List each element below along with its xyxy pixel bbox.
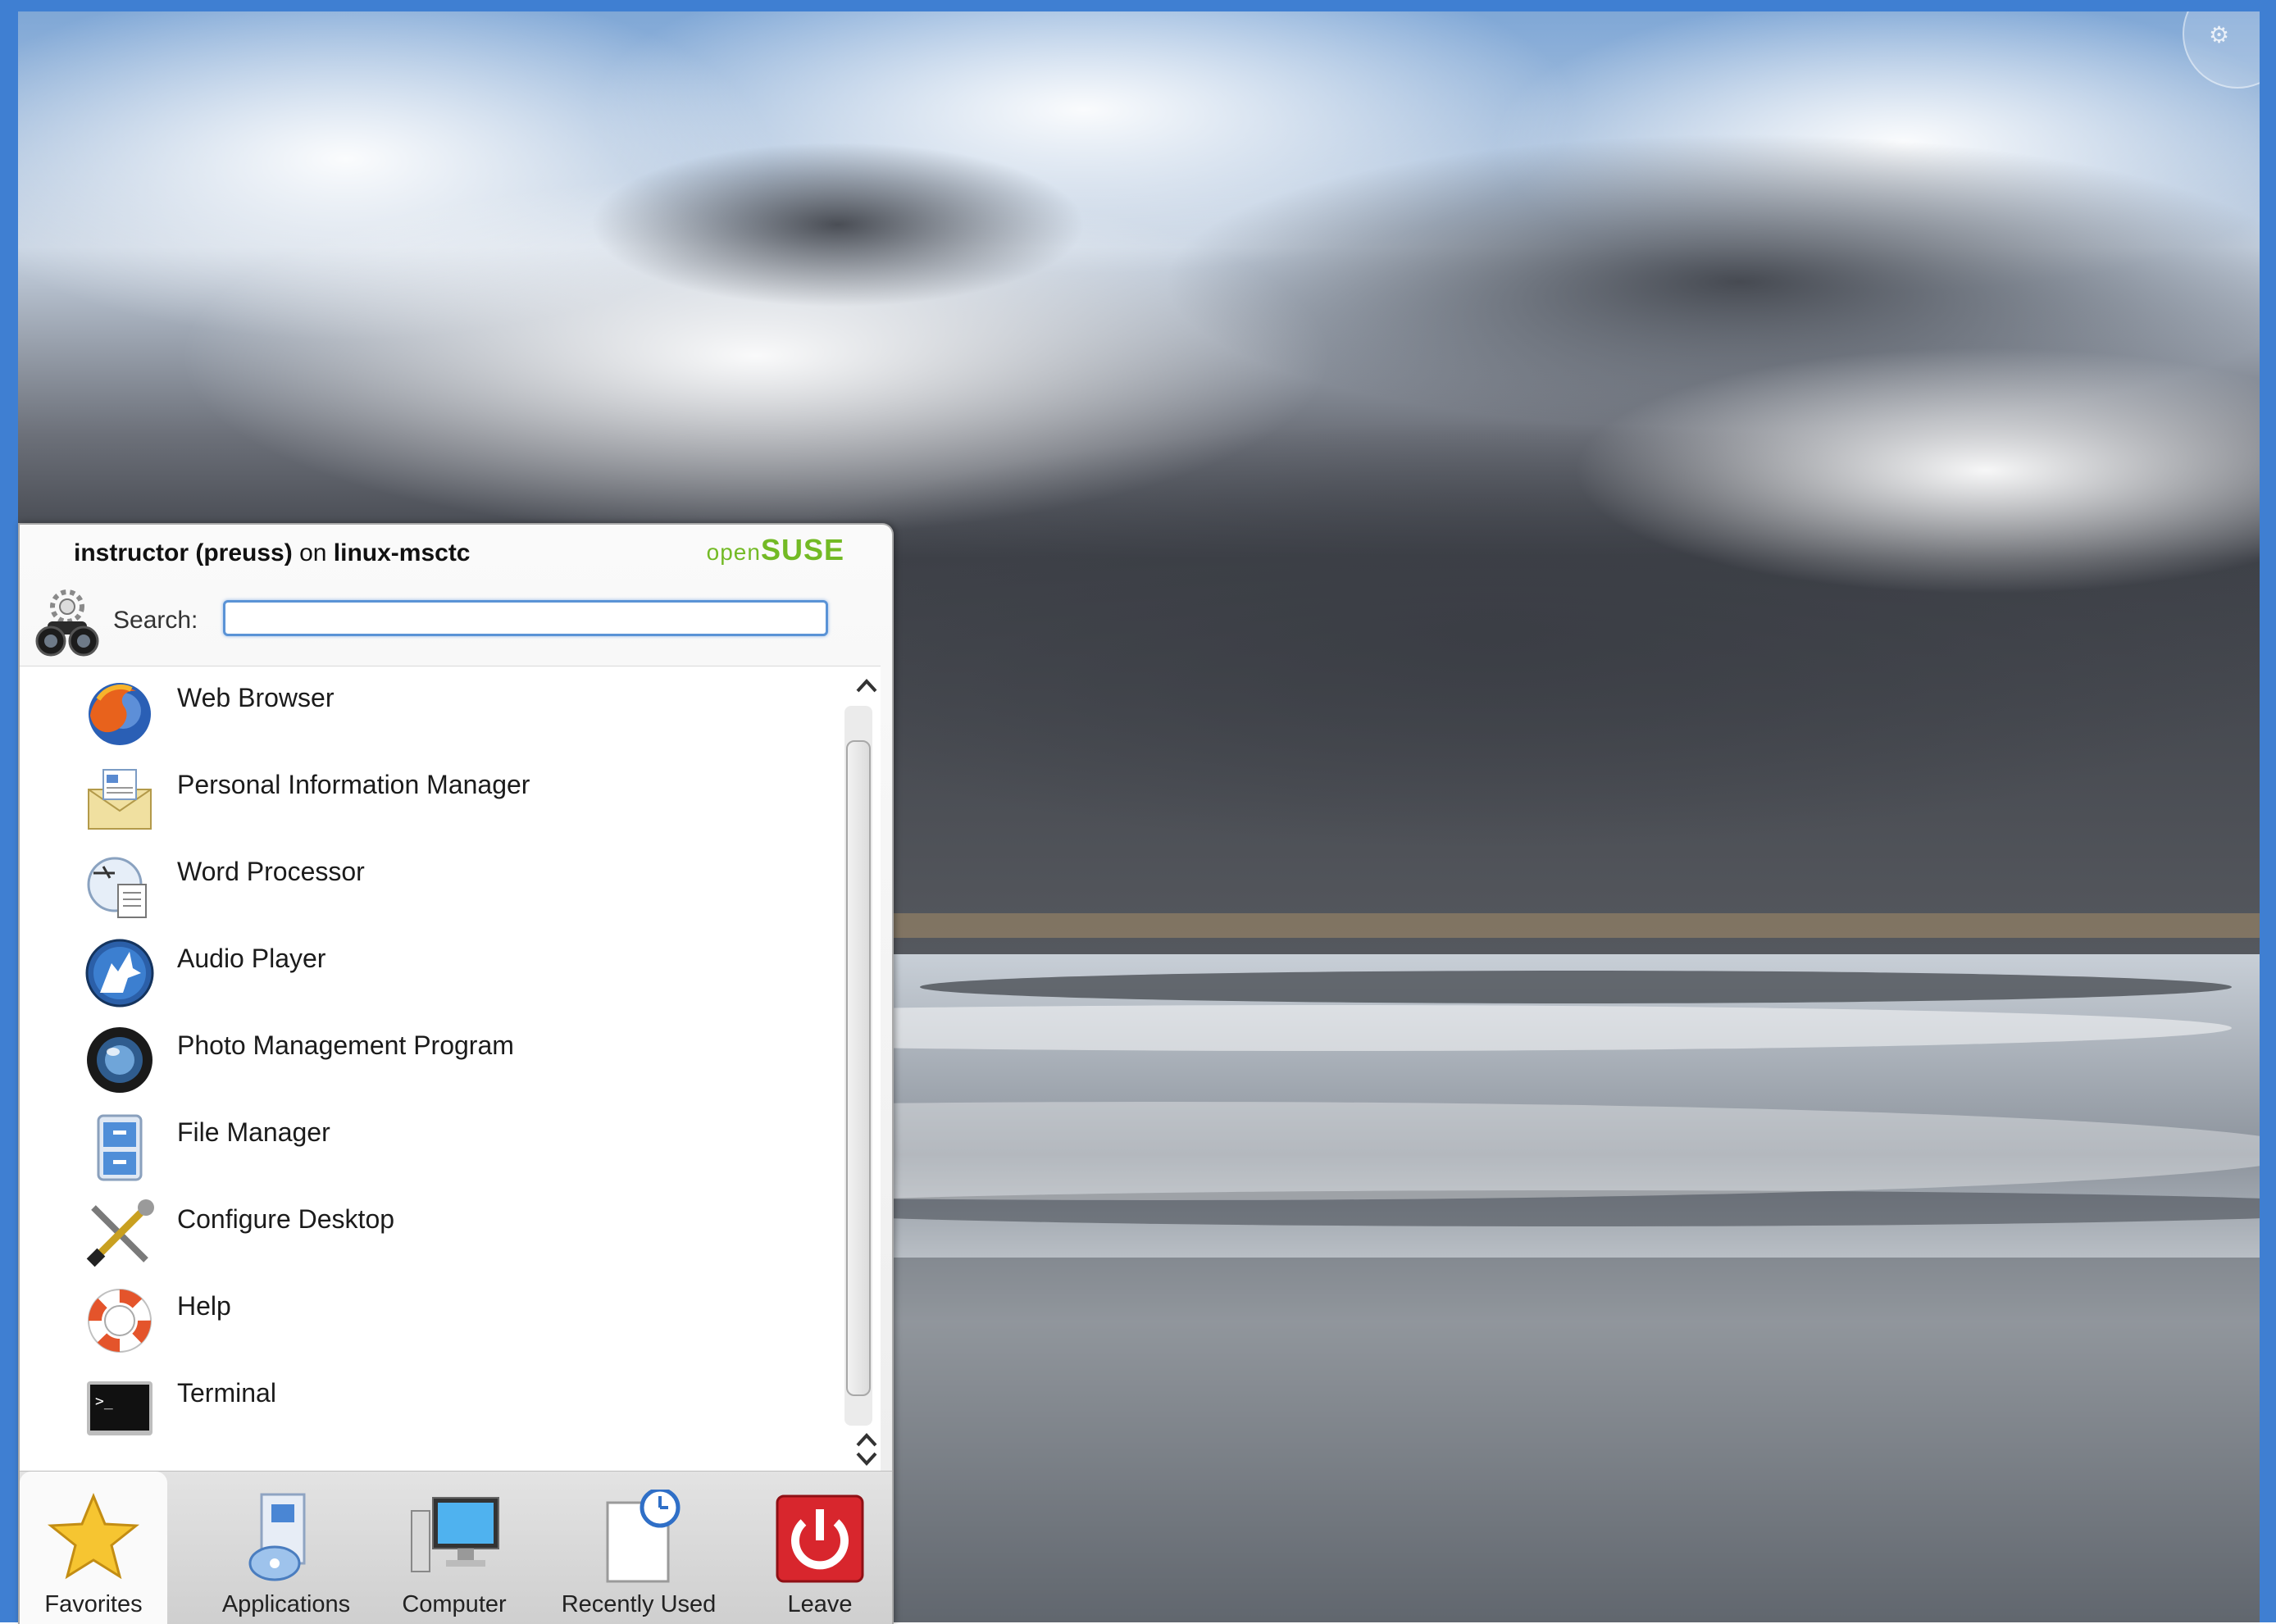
list-item-help[interactable]: Help xyxy=(20,1275,831,1360)
list-item-label: Photo Management Program xyxy=(177,1030,514,1060)
tab-label: Favorites xyxy=(44,1591,143,1617)
firefox-icon xyxy=(89,683,151,745)
svg-text:>_: >_ xyxy=(95,1393,113,1410)
list-item-terminal[interactable]: >_ Terminal xyxy=(20,1362,831,1447)
on-word: on xyxy=(299,539,327,566)
list-item-personal-information-manager[interactable]: Personal Information Manager xyxy=(20,753,831,839)
user-name: instructor (preuss) xyxy=(74,539,293,566)
amarok-icon xyxy=(85,939,154,1008)
list-item-file-manager[interactable]: File Manager xyxy=(20,1101,831,1186)
tab-applications[interactable]: Applications xyxy=(193,1472,379,1624)
terminal-icon: >_ xyxy=(87,1381,152,1435)
list-item-label: File Manager xyxy=(177,1117,330,1147)
list-item-audio-player[interactable]: Audio Player xyxy=(20,927,831,1012)
brand-open: open xyxy=(706,539,761,565)
kickoff-tab-bar: Favorites Applications Computer Recently… xyxy=(20,1471,892,1624)
computer-icon xyxy=(411,1497,499,1572)
opensuse-logo: openSUSE xyxy=(707,533,844,567)
tab-favorites[interactable]: Favorites xyxy=(20,1472,167,1624)
list-item-label: Web Browser xyxy=(177,683,335,712)
tab-computer[interactable]: Computer xyxy=(380,1472,528,1624)
scrollbar-thumb[interactable] xyxy=(846,740,871,1396)
brand-suse: SUSE xyxy=(760,533,844,566)
list-item-configure-desktop[interactable]: Configure Desktop xyxy=(20,1188,831,1273)
list-item-label: Help xyxy=(177,1291,231,1321)
list-item-label: Audio Player xyxy=(177,944,326,973)
tools-icon xyxy=(86,1199,154,1267)
tab-leave[interactable]: Leave xyxy=(749,1472,890,1624)
lifebuoy-icon xyxy=(88,1289,152,1353)
search-input[interactable] xyxy=(223,600,828,636)
kickoff-launcher-menu: instructor (preuss) on linux-msctc openS… xyxy=(18,523,894,1624)
user-host-line: instructor (preuss) on linux-msctc xyxy=(74,539,471,567)
star-icon xyxy=(47,1493,140,1580)
word-processor-icon xyxy=(87,857,147,918)
kontact-icon xyxy=(88,769,152,830)
digikam-icon xyxy=(87,1027,152,1093)
list-item-label: Configure Desktop xyxy=(177,1204,395,1234)
clock-document-icon xyxy=(606,1490,681,1583)
list-item-web-browser[interactable]: Web Browser xyxy=(20,666,831,752)
applications-icon xyxy=(248,1493,306,1581)
tab-recently-used[interactable]: Recently Used xyxy=(530,1472,748,1624)
binoculars-search-icon xyxy=(35,589,99,657)
power-icon xyxy=(776,1494,864,1583)
file-cabinet-icon xyxy=(97,1114,143,1181)
list-item-photo-management[interactable]: Photo Management Program xyxy=(20,1014,831,1099)
scroll-up-arrow-icon[interactable] xyxy=(853,671,881,699)
list-item-word-processor[interactable]: Word Processor xyxy=(20,840,831,926)
list-item-label: Personal Information Manager xyxy=(177,770,530,799)
favorites-list: Web Browser Personal Information Manager xyxy=(20,666,881,1472)
search-label: Search: xyxy=(113,607,198,634)
tab-label: Applications xyxy=(221,1591,351,1617)
list-item-label: Terminal xyxy=(177,1378,276,1408)
host-name: linux-msctc xyxy=(333,539,471,566)
scroll-up-down-arrows-icon[interactable] xyxy=(853,1431,881,1468)
list-item-label: Word Processor xyxy=(177,857,365,886)
tab-label: Leave xyxy=(787,1591,853,1617)
tab-label: Recently Used xyxy=(561,1591,717,1617)
tab-label: Computer xyxy=(402,1591,507,1617)
